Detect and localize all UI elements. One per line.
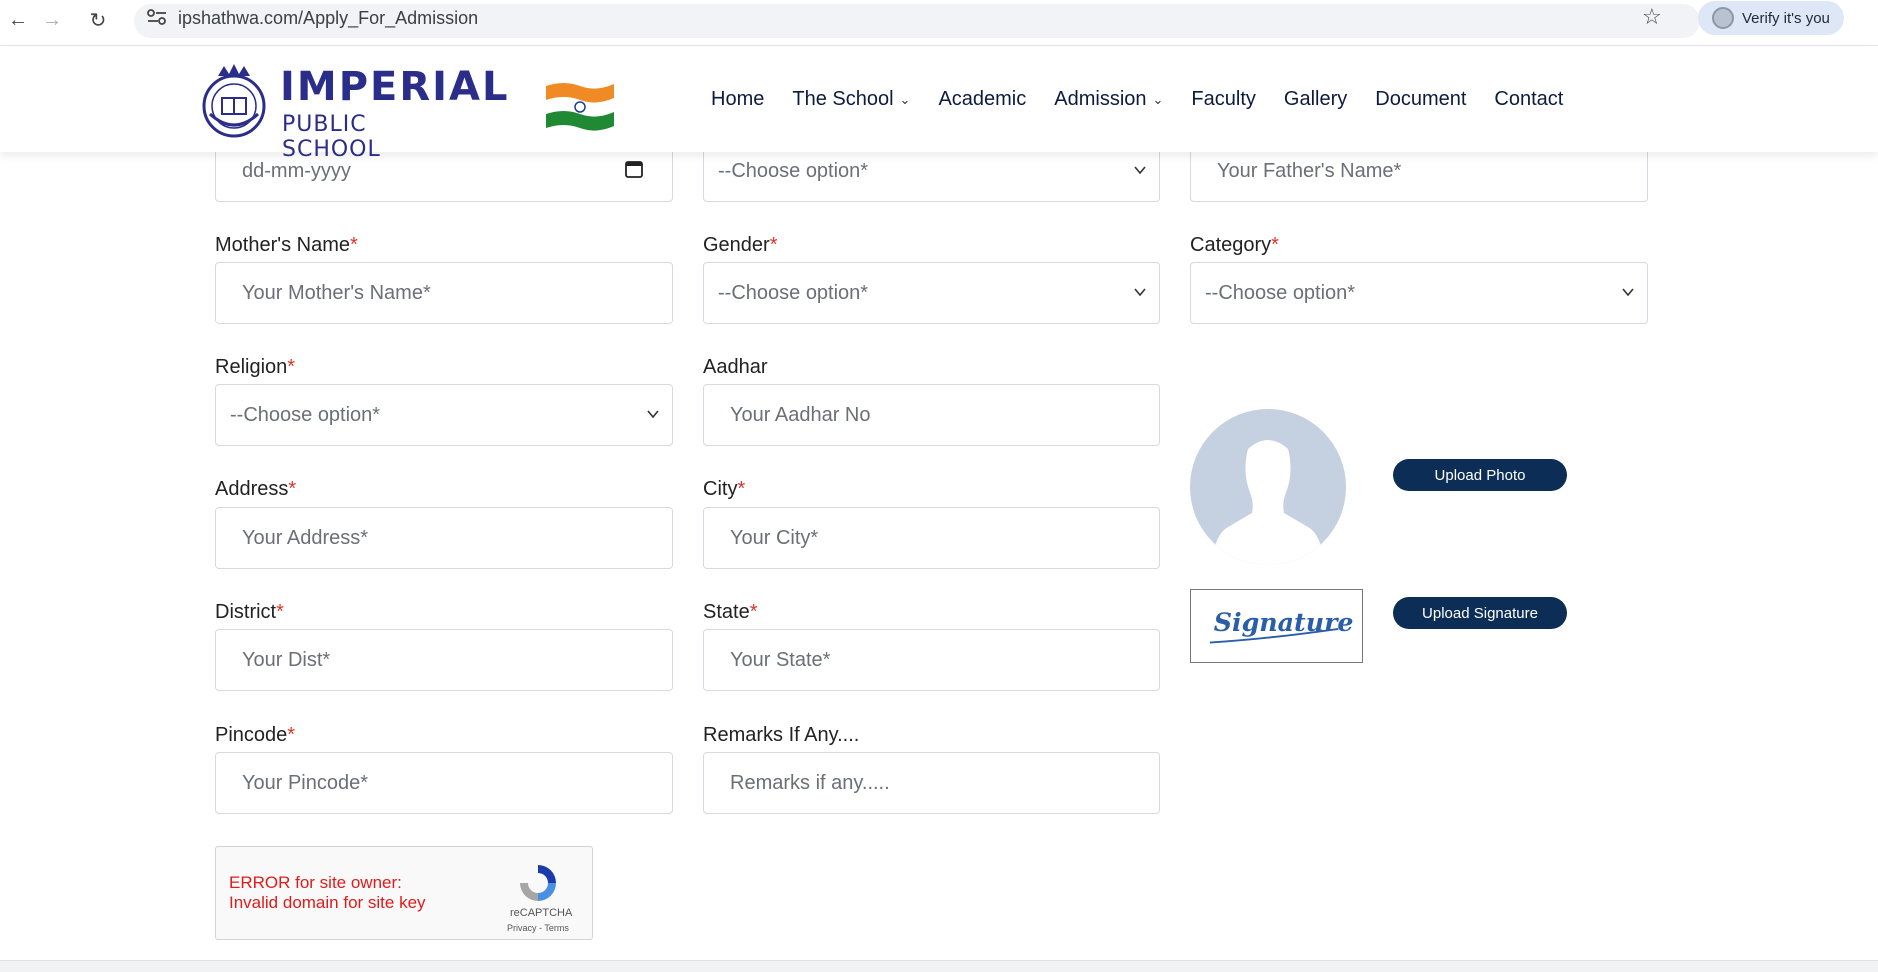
nav-contact[interactable]: Contact [1494, 88, 1563, 111]
logo-title: IMPERIAL [280, 64, 510, 110]
city-field[interactable]: Your City* [703, 507, 1160, 569]
upload-photo-button[interactable]: Upload Photo [1393, 459, 1567, 491]
chevron-down-icon: ⌄ [899, 91, 911, 107]
site-header: IMPERIAL PUBLIC SCHOOL Home The School ⌄ … [0, 46, 1878, 162]
pincode-label: Pincode* [215, 724, 296, 746]
nav-the-school[interactable]: The School ⌄ [792, 88, 910, 111]
nav-gallery[interactable]: Gallery [1284, 88, 1347, 111]
religion-select[interactable]: --Choose option* [215, 384, 673, 446]
upload-signature-button[interactable]: Upload Signature [1393, 597, 1567, 629]
gender-label: Gender* [703, 234, 778, 256]
recaptcha-error: ERROR for site owner: Invalid domain for… [229, 873, 426, 912]
address-field[interactable]: Your Address* [215, 507, 673, 569]
reload-icon[interactable]: ↻ [84, 6, 112, 34]
mother-name-field[interactable]: Your Mother's Name* [215, 262, 673, 324]
chevron-down-icon [1134, 166, 1146, 175]
logo-subtitle: PUBLIC SCHOOL [282, 112, 381, 162]
signature-preview: Signature [1190, 589, 1363, 663]
svg-text:Signature: Signature [1214, 607, 1354, 637]
state-field[interactable]: Your State* [703, 629, 1160, 691]
bookmark-star-icon[interactable]: ☆ [1642, 4, 1662, 30]
aadhar-label: Aadhar [703, 356, 768, 378]
photo-preview [1190, 409, 1346, 565]
aadhar-field[interactable]: Your Aadhar No [703, 384, 1160, 446]
address-label: Address* [215, 478, 297, 500]
state-label: State* [703, 601, 758, 623]
site-settings-icon[interactable] [146, 7, 168, 27]
district-field[interactable]: Your Dist* [215, 629, 673, 691]
calendar-icon[interactable] [624, 159, 644, 179]
gender-select[interactable]: --Choose option* [703, 262, 1160, 324]
remarks-label: Remarks If Any.... [703, 724, 860, 746]
signature-image: Signature [1209, 607, 1354, 644]
mother-name-label: Mother's Name* [215, 234, 358, 256]
category-select[interactable]: --Choose option* [1190, 262, 1648, 324]
remarks-field[interactable]: Remarks if any..... [703, 752, 1160, 814]
nav-academic[interactable]: Academic [938, 88, 1026, 111]
browser-toolbar: ← → ↻ ipshathwa.com/Apply_For_Admission … [0, 0, 1878, 46]
religion-label: Religion* [215, 356, 296, 378]
recaptcha-links[interactable]: Privacy - Terms [507, 923, 569, 933]
back-arrow-icon[interactable]: ← [4, 6, 32, 34]
chevron-down-icon [1134, 288, 1146, 297]
city-label: City* [703, 478, 746, 500]
verify-label: Verify it's you [1742, 9, 1830, 27]
school-crest-icon [202, 64, 266, 138]
pincode-field[interactable]: Your Pincode* [215, 752, 673, 814]
nav-document[interactable]: Document [1375, 88, 1466, 111]
verify-profile-button[interactable]: Verify it's you [1698, 1, 1844, 35]
india-flag-icon [546, 83, 614, 131]
school-logo[interactable]: IMPERIAL PUBLIC SCHOOL [196, 60, 507, 162]
download-bar [0, 960, 1878, 972]
url-text[interactable]: ipshathwa.com/Apply_For_Admission [178, 8, 478, 29]
nav-admission[interactable]: Admission ⌄ [1054, 88, 1163, 111]
recaptcha-label: reCAPTCHA [510, 907, 573, 919]
forward-arrow-icon[interactable]: → [38, 6, 66, 34]
chevron-down-icon [647, 410, 659, 419]
category-label: Category* [1190, 234, 1279, 256]
recaptcha-widget[interactable]: ERROR for site owner: Invalid domain for… [215, 846, 593, 940]
recaptcha-icon [520, 865, 556, 901]
district-label: District* [215, 601, 284, 623]
main-nav: Home The School ⌄ Academic Admission ⌄ Fac… [711, 88, 1563, 111]
user-silhouette-icon [1212, 440, 1324, 565]
nav-faculty[interactable]: Faculty [1191, 88, 1255, 111]
nav-home[interactable]: Home [711, 88, 764, 111]
profile-avatar-icon [1712, 7, 1734, 29]
chevron-down-icon: ⌄ [1152, 91, 1164, 107]
chevron-down-icon [1622, 288, 1634, 297]
